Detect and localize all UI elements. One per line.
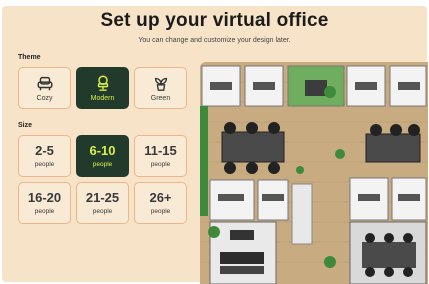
size-option-range: 2-5	[35, 143, 54, 158]
size-option-range: 21-25	[85, 190, 120, 205]
theme-section-label: Theme	[18, 54, 41, 61]
theme-option-green[interactable]: Green	[134, 67, 187, 109]
size-option-range: 16-20	[27, 190, 62, 205]
size-option-unit: people	[92, 161, 113, 168]
size-option-unit: people	[34, 161, 55, 168]
size-option-range: 26+	[149, 190, 172, 205]
size-option-range: 6-10	[89, 143, 116, 158]
office-chair-icon	[97, 75, 108, 91]
size-option-26-plus[interactable]: 26+ people	[134, 182, 187, 224]
theme-option-label: Cozy	[36, 95, 53, 102]
size-option-unit: people	[92, 208, 113, 215]
page-subtitle: You can change and customize your design…	[138, 37, 291, 44]
plant-icon	[154, 77, 167, 91]
glass-room	[291, 183, 313, 245]
size-option-unit: people	[34, 208, 55, 215]
size-option-21-25[interactable]: 21-25 people	[76, 182, 129, 224]
armchair-icon	[37, 76, 52, 91]
size-option-16-20[interactable]: 16-20 people	[18, 182, 71, 224]
size-option-2-5[interactable]: 2-5 people	[18, 135, 71, 177]
theme-option-label: Green	[150, 95, 171, 102]
size-section-label: Size	[18, 122, 33, 129]
theme-option-cozy[interactable]: Cozy	[18, 67, 71, 109]
size-option-unit: people	[150, 161, 171, 168]
office-preview-map	[200, 62, 428, 284]
plant-wall	[200, 106, 208, 216]
theme-option-label: Modern	[90, 95, 115, 102]
size-option-range: 11-15	[144, 143, 177, 158]
conference-room	[349, 221, 427, 284]
size-option-unit: people	[150, 208, 171, 215]
size-option-11-15[interactable]: 11-15 people	[134, 135, 187, 177]
size-option-6-10[interactable]: 6-10 people	[76, 135, 129, 177]
cubicles-top	[201, 65, 427, 107]
page-title: Set up your virtual office	[100, 10, 329, 31]
theme-option-modern[interactable]: Modern	[76, 67, 129, 109]
